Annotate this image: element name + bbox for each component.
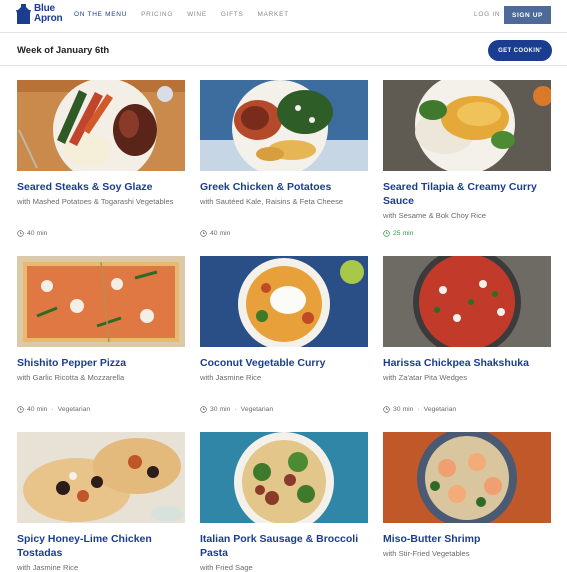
brand-line-2: Apron [34,13,63,24]
recipe-meta: 40 min · Vegetarian [17,406,90,413]
recipe-subtitle: with Jasmine Rice [17,563,79,572]
recipe-subtitle: with Stir-Fried Vegetables [383,549,470,558]
blue-apron-logo[interactable]: Blue Apron [16,4,63,24]
recipe-card[interactable]: Seared Steaks & Soy Glaze with Mashed Po… [17,80,185,237]
recipe-title[interactable]: Harissa Chickpea Shakshuka [383,356,551,370]
recipe-meta: 25 min [383,230,413,237]
main-nav: ON THE MENU PRICING WINE GIFTS MARKET [74,11,303,18]
recipe-card[interactable]: Shishito Pepper Pizza with Garlic Ricott… [17,256,185,413]
recipe-subtitle: with Garlic Ricotta & Mozzarella [17,373,125,382]
recipe-card[interactable]: Seared Tilapia & Creamy Curry Sauce with… [383,80,551,237]
recipe-subtitle: with Za'atar Pita Wedges [383,373,468,382]
recipe-time: 25 min [393,230,414,237]
recipe-title[interactable]: Seared Steaks & Soy Glaze [17,180,185,194]
recipe-card[interactable]: Harissa Chickpea Shakshuka with Za'atar … [383,256,551,413]
clock-icon [383,406,390,413]
recipe-subtitle: with Sautéed Kale, Raisins & Feta Cheese [200,197,344,206]
recipe-photo-steaks[interactable] [17,80,185,171]
meta-separator: · [417,406,420,413]
recipe-subtitle: with Sesame & Bok Choy Rice [383,211,486,220]
recipe-meta: 30 min · Vegetarian [200,406,273,413]
apron-logo-icon [16,4,31,24]
recipe-tag: Vegetarian [57,406,91,413]
recipe-photo-greek-chicken[interactable] [200,80,368,171]
recipe-card[interactable]: Miso-Butter Shrimp with Stir-Fried Veget… [383,432,551,560]
recipe-photo-tilapia[interactable] [383,80,551,171]
recipe-photo-sausage-pasta[interactable] [200,432,368,523]
recipe-photo-shakshuka[interactable] [383,256,551,347]
meta-separator: · [51,406,54,413]
clock-icon [17,230,24,237]
recipe-title[interactable]: Miso-Butter Shrimp [383,532,551,546]
recipe-tag: Vegetarian [423,406,457,413]
recipe-title[interactable]: Shishito Pepper Pizza [17,356,185,370]
recipe-time: 40 min [27,406,48,413]
recipe-photo-shrimp[interactable] [383,432,551,523]
recipe-title[interactable]: Seared Tilapia & Creamy Curry Sauce [383,180,551,208]
recipe-card[interactable]: Italian Pork Sausage & Broccoli Pasta wi… [200,432,368,572]
nav-on-the-menu[interactable]: ON THE MENU [74,11,127,18]
nav-gifts[interactable]: GIFTS [221,11,244,18]
week-header: Week of January 6th [0,32,567,66]
clock-icon [383,230,390,237]
login-link[interactable]: LOG IN [474,11,500,18]
recipe-time: 40 min [27,230,48,237]
recipe-subtitle: with Jasmine Rice [200,373,262,382]
recipe-time: 40 min [210,230,231,237]
recipe-card[interactable]: Coconut Vegetable Curry with Jasmine Ric… [200,256,368,413]
get-cookin-button[interactable]: GET COOKIN' [488,40,552,61]
nav-wine[interactable]: WINE [187,11,207,18]
recipe-card[interactable]: Greek Chicken & Potatoes with Sautéed Ka… [200,80,368,237]
recipe-card[interactable]: Spicy Honey-Lime Chicken Tostadas with J… [17,432,185,572]
recipe-subtitle: with Mashed Potatoes & Togarashi Vegetab… [17,197,174,206]
recipe-photo-curry[interactable] [200,256,368,347]
nav-pricing[interactable]: PRICING [141,11,173,18]
meta-separator: · [234,406,237,413]
signup-button[interactable]: SIGN UP [504,6,551,24]
recipe-subtitle: with Fried Sage [200,563,253,572]
clock-icon [200,406,207,413]
recipe-title[interactable]: Greek Chicken & Potatoes [200,180,368,194]
recipe-meta: 40 min [17,230,47,237]
recipe-meta: 40 min [200,230,230,237]
recipe-title[interactable]: Italian Pork Sausage & Broccoli Pasta [200,532,368,560]
recipe-photo-pizza[interactable] [17,256,185,347]
recipe-time: 30 min [393,406,414,413]
recipe-time: 30 min [210,406,231,413]
nav-market[interactable]: MARKET [258,11,289,18]
recipe-meta: 30 min · Vegetarian [383,406,456,413]
clock-icon [200,230,207,237]
clock-icon [17,406,24,413]
week-title: Week of January 6th [17,45,110,56]
recipe-tag: Vegetarian [240,406,274,413]
recipe-title[interactable]: Coconut Vegetable Curry [200,356,368,370]
brand-wordmark: Blue Apron [34,4,63,24]
recipe-photo-tostadas[interactable] [17,432,185,523]
top-navigation: Blue Apron ON THE MENU PRICING WINE GIFT… [0,0,567,32]
recipe-title[interactable]: Spicy Honey-Lime Chicken Tostadas [17,532,185,560]
